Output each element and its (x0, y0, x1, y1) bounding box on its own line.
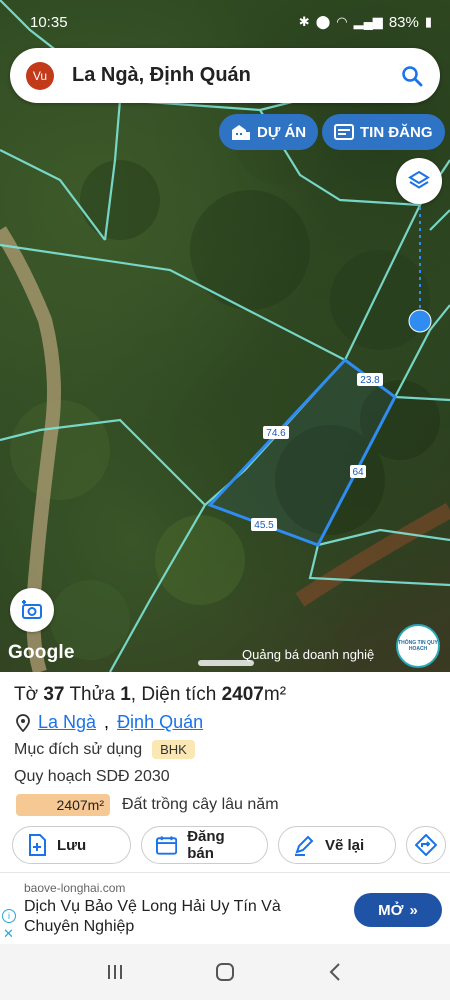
du-an-button[interactable]: DỰ ÁN (219, 114, 319, 150)
battery-icon: ▮ (424, 14, 432, 29)
add-document-icon (29, 834, 46, 856)
tin-dang-label: TIN ĐĂNG (360, 123, 433, 141)
parcel-title: Tờ 37 Thửa 1, Diện tích 2407m² (14, 684, 287, 705)
wifi-icon: ◠ (336, 14, 348, 29)
district-link[interactable]: Định Quán (117, 712, 203, 733)
ad-headline[interactable]: Dịch Vụ Bảo Vệ Long Hải Uy Tín Và Chuyên… (24, 897, 324, 937)
double-chevron-icon: » (409, 901, 418, 919)
tin-dang-button[interactable]: TIN ĐĂNG (322, 114, 445, 150)
commune-link[interactable]: La Ngà (38, 712, 96, 733)
google-logo: Google (8, 642, 75, 663)
current-location-dot[interactable] (408, 309, 432, 333)
system-nav-bar (0, 944, 450, 1000)
ad-open-button[interactable]: MỞ » (354, 893, 442, 927)
layers-icon (408, 170, 430, 189)
action-row: Lưu Đăng bán Vẽ lại (12, 826, 446, 864)
ad-banner[interactable]: i ✕ baove-longhai.com Dịch Vụ Bảo Vệ Lon… (0, 872, 450, 944)
du-an-label: DỰ ÁN (257, 123, 307, 141)
screen: 23.8 64 45.5 74.6 10:35 ✱ ⬤ ◠ ▂▄▆ 83% ▮ … (0, 0, 450, 1000)
edge-label: 23.8 (360, 375, 380, 386)
sheet-drag-handle[interactable] (198, 660, 254, 666)
bluetooth-icon: ✱ (298, 14, 310, 29)
satellite-map[interactable]: 23.8 64 45.5 74.6 10:35 ✱ ⬤ ◠ ▂▄▆ 83% ▮ … (0, 0, 450, 672)
signal-icon: ▂▄▆ (353, 14, 383, 29)
edge-label: 45.5 (254, 520, 274, 531)
save-button[interactable]: Lưu (12, 826, 131, 864)
promo-link[interactable]: Quảng bá doanh nghiệ (242, 647, 374, 662)
search-bar[interactable]: Vu La Ngà, Định Quán (10, 48, 440, 103)
dang-ban-button[interactable]: Đăng bán (141, 826, 268, 864)
home-button[interactable] (210, 957, 240, 987)
directions-button[interactable] (406, 826, 446, 864)
quy-hoach-badge[interactable]: THÔNG TIN QUY HOẠCH (396, 624, 440, 668)
search-place[interactable]: La Ngà, Định Quán (72, 64, 400, 87)
add-photo-icon (22, 600, 42, 619)
home-icon (216, 963, 234, 981)
layers-button[interactable] (396, 158, 442, 204)
directions-icon (415, 834, 437, 856)
planning-title: Quy hoạch SDĐ 2030 (14, 768, 170, 785)
land-use-row: Mục đích sử dụng BHK (14, 740, 195, 759)
recent-apps-icon (108, 965, 122, 979)
ve-lai-button[interactable]: Vẽ lại (278, 826, 396, 864)
planning-row: 2407m² Đất trồng cây lâu năm (16, 794, 279, 816)
parcel-info-sheet: Tờ 37 Thửa 1, Diện tích 2407m² La Ngà, Đ… (0, 672, 450, 872)
add-photo-button[interactable] (10, 588, 54, 632)
location-icon: ⬤ (315, 14, 331, 29)
ad-domain: baove-longhai.com (24, 881, 126, 895)
back-button[interactable] (320, 957, 350, 987)
edge-label: 74.6 (266, 428, 286, 439)
ad-info-icon[interactable]: i (2, 909, 16, 923)
location-pin-icon (16, 713, 30, 732)
back-icon (329, 963, 340, 981)
building-icon (232, 125, 250, 140)
land-use-badge: BHK (152, 740, 195, 759)
status-time: 10:35 (30, 13, 68, 31)
status-bar: 10:35 ✱ ⬤ ◠ ▂▄▆ 83% ▮ (0, 0, 450, 44)
calendar-icon (156, 836, 178, 855)
ad-close-icon[interactable]: ✕ (3, 926, 14, 942)
edge-label: 64 (352, 467, 364, 478)
parcel-location: La Ngà, Định Quán (16, 712, 203, 733)
planning-desc: Đất trồng cây lâu năm (122, 796, 279, 813)
avatar[interactable]: Vu (26, 61, 54, 90)
listing-icon (334, 124, 354, 140)
recent-apps-button[interactable] (100, 957, 130, 987)
search-icon[interactable] (400, 64, 424, 88)
redraw-icon (295, 835, 314, 856)
battery-level: 83% (388, 13, 419, 31)
planning-area-bar: 2407m² (16, 794, 110, 816)
